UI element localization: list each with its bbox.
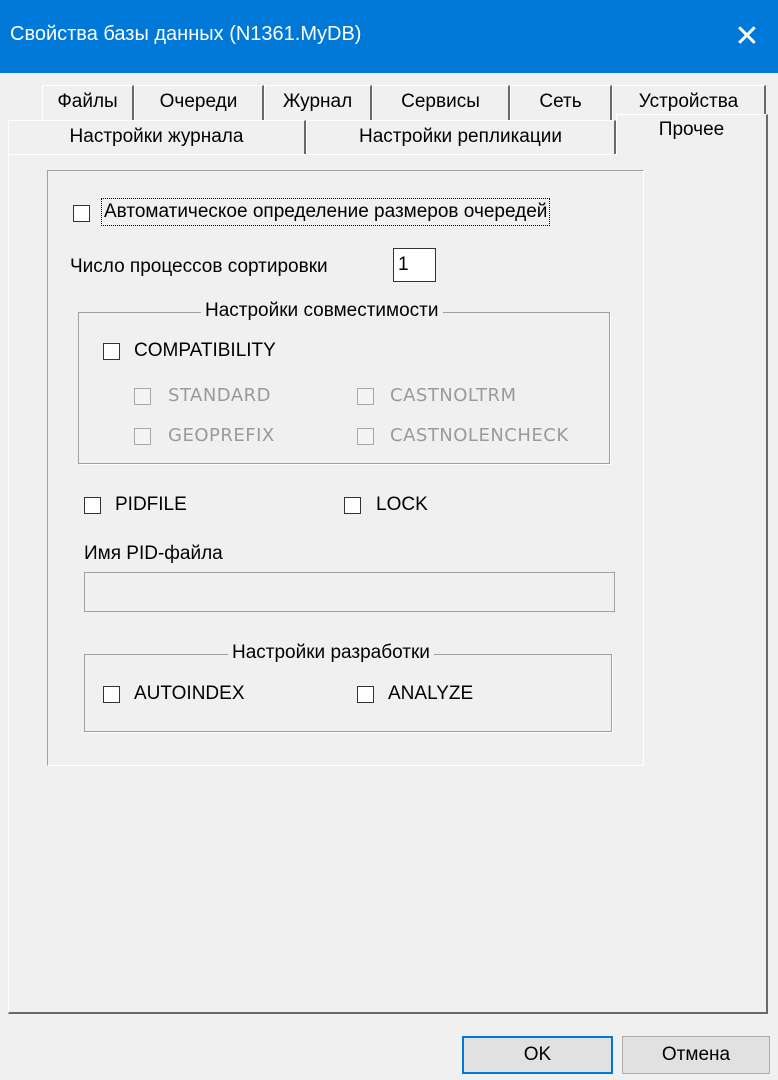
castnoltrm-checkbox[interactable] [357, 388, 374, 405]
title-bar: Свойства базы данных (N1361.MyDB) ✕ [0, 0, 778, 73]
ok-button[interactable]: OK [462, 1036, 613, 1074]
tab-services[interactable]: Сервисы [372, 85, 510, 121]
tab-network[interactable]: Сеть [510, 85, 612, 121]
cancel-button[interactable]: Отмена [622, 1036, 770, 1074]
castnolencheck-checkbox[interactable] [357, 428, 374, 445]
lock-label: LOCK [376, 494, 428, 515]
lock-checkbox[interactable] [344, 497, 361, 514]
tab-other[interactable]: Прочее [616, 114, 768, 156]
pidfile-checkbox[interactable] [84, 497, 101, 514]
auto-queue-checkbox[interactable] [73, 205, 90, 222]
pidfile-label: PIDFILE [115, 494, 187, 515]
close-icon[interactable]: ✕ [716, 0, 778, 73]
castnolencheck-label: CASTNOLENCHECK [390, 425, 569, 446]
tab-journal[interactable]: Журнал [264, 85, 372, 121]
tab-files[interactable]: Файлы [42, 85, 134, 121]
window-title: Свойства базы данных (N1361.MyDB) [10, 23, 362, 45]
tab-replication-settings[interactable]: Настройки репликации [306, 120, 616, 155]
standard-checkbox[interactable] [134, 388, 151, 405]
sort-processes-label: Число процессов сортировки [70, 256, 328, 277]
standard-label: STANDARD [168, 385, 272, 406]
tab-queues[interactable]: Очереди [134, 85, 264, 121]
tab-journal-settings[interactable]: Настройки журнала [8, 120, 306, 155]
sort-processes-input[interactable]: 1 [393, 248, 436, 282]
compat-group-title: Настройки совместимости [201, 300, 443, 322]
auto-queue-label: Автоматическое определение размеров очер… [100, 198, 551, 226]
castnoltrm-label: CASTNOLTRM [390, 385, 517, 406]
geoprefix-label: GEOPREFIX [168, 425, 275, 446]
compatibility-checkbox[interactable] [103, 343, 120, 360]
pid-name-input[interactable] [84, 572, 615, 612]
pid-name-label: Имя PID-файла [84, 543, 223, 564]
dev-group-title: Настройки разработки [228, 642, 434, 664]
autoindex-label: AUTOINDEX [134, 683, 245, 704]
analyze-label: ANALYZE [388, 683, 474, 704]
analyze-checkbox[interactable] [357, 686, 374, 703]
geoprefix-checkbox[interactable] [134, 428, 151, 445]
autoindex-checkbox[interactable] [103, 686, 120, 703]
compatibility-label: COMPATIBILITY [134, 340, 276, 361]
